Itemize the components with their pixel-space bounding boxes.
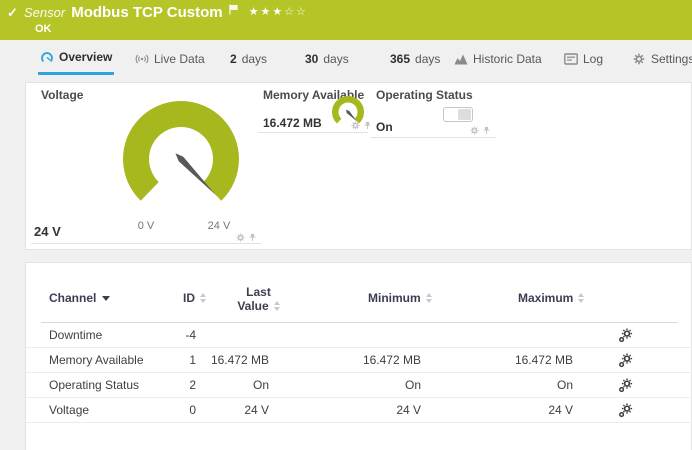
operating-status-switch: [443, 107, 473, 122]
voltage-tile-title: Voltage: [41, 88, 83, 102]
status-badge: OK: [35, 23, 52, 35]
channel-settings-icon[interactable]: [618, 403, 633, 418]
tab-overview[interactable]: Overview: [38, 42, 114, 75]
channel-minimum: 16.472 MB: [301, 348, 421, 373]
channels-table-panel: Channel ID Last Value Minimum Maximum Do…: [25, 262, 692, 450]
tile-settings-icon[interactable]: [351, 121, 360, 130]
sort-caret-down-icon: [102, 296, 110, 301]
channel-minimum: On: [301, 373, 421, 398]
tab-2-days[interactable]: 2days: [228, 42, 269, 75]
gauge-scale-max: 24 V: [197, 220, 241, 232]
sort-icon: [274, 301, 280, 311]
broadcast-icon: [135, 53, 149, 65]
column-header-minimum[interactable]: Minimum: [368, 291, 432, 305]
column-header-maximum[interactable]: Maximum: [518, 291, 584, 305]
overview-gauges-panel: Voltage 0 V 24 V 24 V Memory Available 1…: [25, 82, 692, 250]
channel-last-value: On: [149, 373, 269, 398]
voltage-gauge: [101, 91, 261, 221]
table-row: Downtime -4: [26, 323, 692, 348]
tab-settings[interactable]: Settings: [630, 42, 692, 75]
channel-name: Downtime: [49, 323, 102, 348]
sort-icon: [578, 293, 584, 303]
table-body: Downtime -4 Memory Available 1 16.472 MB…: [26, 323, 692, 423]
operating-current-value: On: [376, 120, 393, 134]
gauge-icon: [40, 51, 54, 63]
table-row: Voltage 0 24 V 24 V 24 V: [26, 398, 692, 423]
tab-bar: Overview Live Data 2days 30days 365days …: [0, 42, 692, 76]
switch-knob: [458, 109, 471, 120]
tab-live-data[interactable]: Live Data: [133, 42, 207, 75]
voltage-current-value: 24 V: [34, 224, 61, 239]
tile-divider: [31, 243, 261, 244]
channel-id: -4: [126, 323, 196, 348]
tab-30-days[interactable]: 30days: [303, 42, 351, 75]
status-check-icon: ✓: [7, 5, 18, 21]
gear-icon: [632, 53, 646, 65]
tab-log[interactable]: Log: [562, 42, 605, 75]
channel-last-value: 16.472 MB: [149, 348, 269, 373]
operating-tile-title: Operating Status: [376, 88, 473, 102]
tab-historic-data[interactable]: Historic Data: [452, 42, 544, 75]
channel-last-value: 24 V: [149, 398, 269, 423]
column-header-last-value[interactable]: Last Value: [216, 285, 301, 313]
tile-pin-icon[interactable]: [363, 121, 372, 130]
channel-maximum: 16.472 MB: [453, 348, 573, 373]
chart-icon: [454, 53, 468, 65]
column-header-channel[interactable]: Channel: [49, 291, 110, 305]
channel-maximum: On: [453, 373, 573, 398]
sensor-title: Modbus TCP Custom: [71, 4, 222, 21]
tile-settings-icon[interactable]: [236, 233, 245, 242]
tab-365-days[interactable]: 365days: [388, 42, 442, 75]
tile-pin-icon[interactable]: [482, 126, 491, 135]
sensor-header: ✓ Sensor Modbus TCP Custom ★★★☆☆ OK: [0, 0, 692, 40]
sort-icon: [200, 293, 206, 303]
column-header-id[interactable]: ID: [121, 291, 206, 305]
table-row: Memory Available 1 16.472 MB 16.472 MB 1…: [26, 348, 692, 373]
channel-settings-icon[interactable]: [618, 353, 633, 368]
tile-divider: [258, 132, 368, 133]
tile-settings-icon[interactable]: [470, 126, 479, 135]
table-row: Operating Status 2 On On On: [26, 373, 692, 398]
tile-pin-icon[interactable]: [248, 233, 257, 242]
tile-divider: [371, 137, 496, 138]
object-kind-label: Sensor: [24, 5, 65, 20]
memory-current-value: 16.472 MB: [263, 116, 322, 130]
flag-icon: [229, 4, 239, 15]
channel-settings-icon[interactable]: [618, 378, 633, 393]
gauge-scale-min: 0 V: [126, 220, 166, 232]
log-icon: [564, 53, 578, 65]
channel-maximum: 24 V: [453, 398, 573, 423]
sort-icon: [426, 293, 432, 303]
channel-minimum: 24 V: [301, 398, 421, 423]
channel-name: Voltage: [49, 398, 89, 423]
priority-stars[interactable]: ★★★☆☆: [249, 5, 308, 18]
channel-settings-icon[interactable]: [618, 328, 633, 343]
